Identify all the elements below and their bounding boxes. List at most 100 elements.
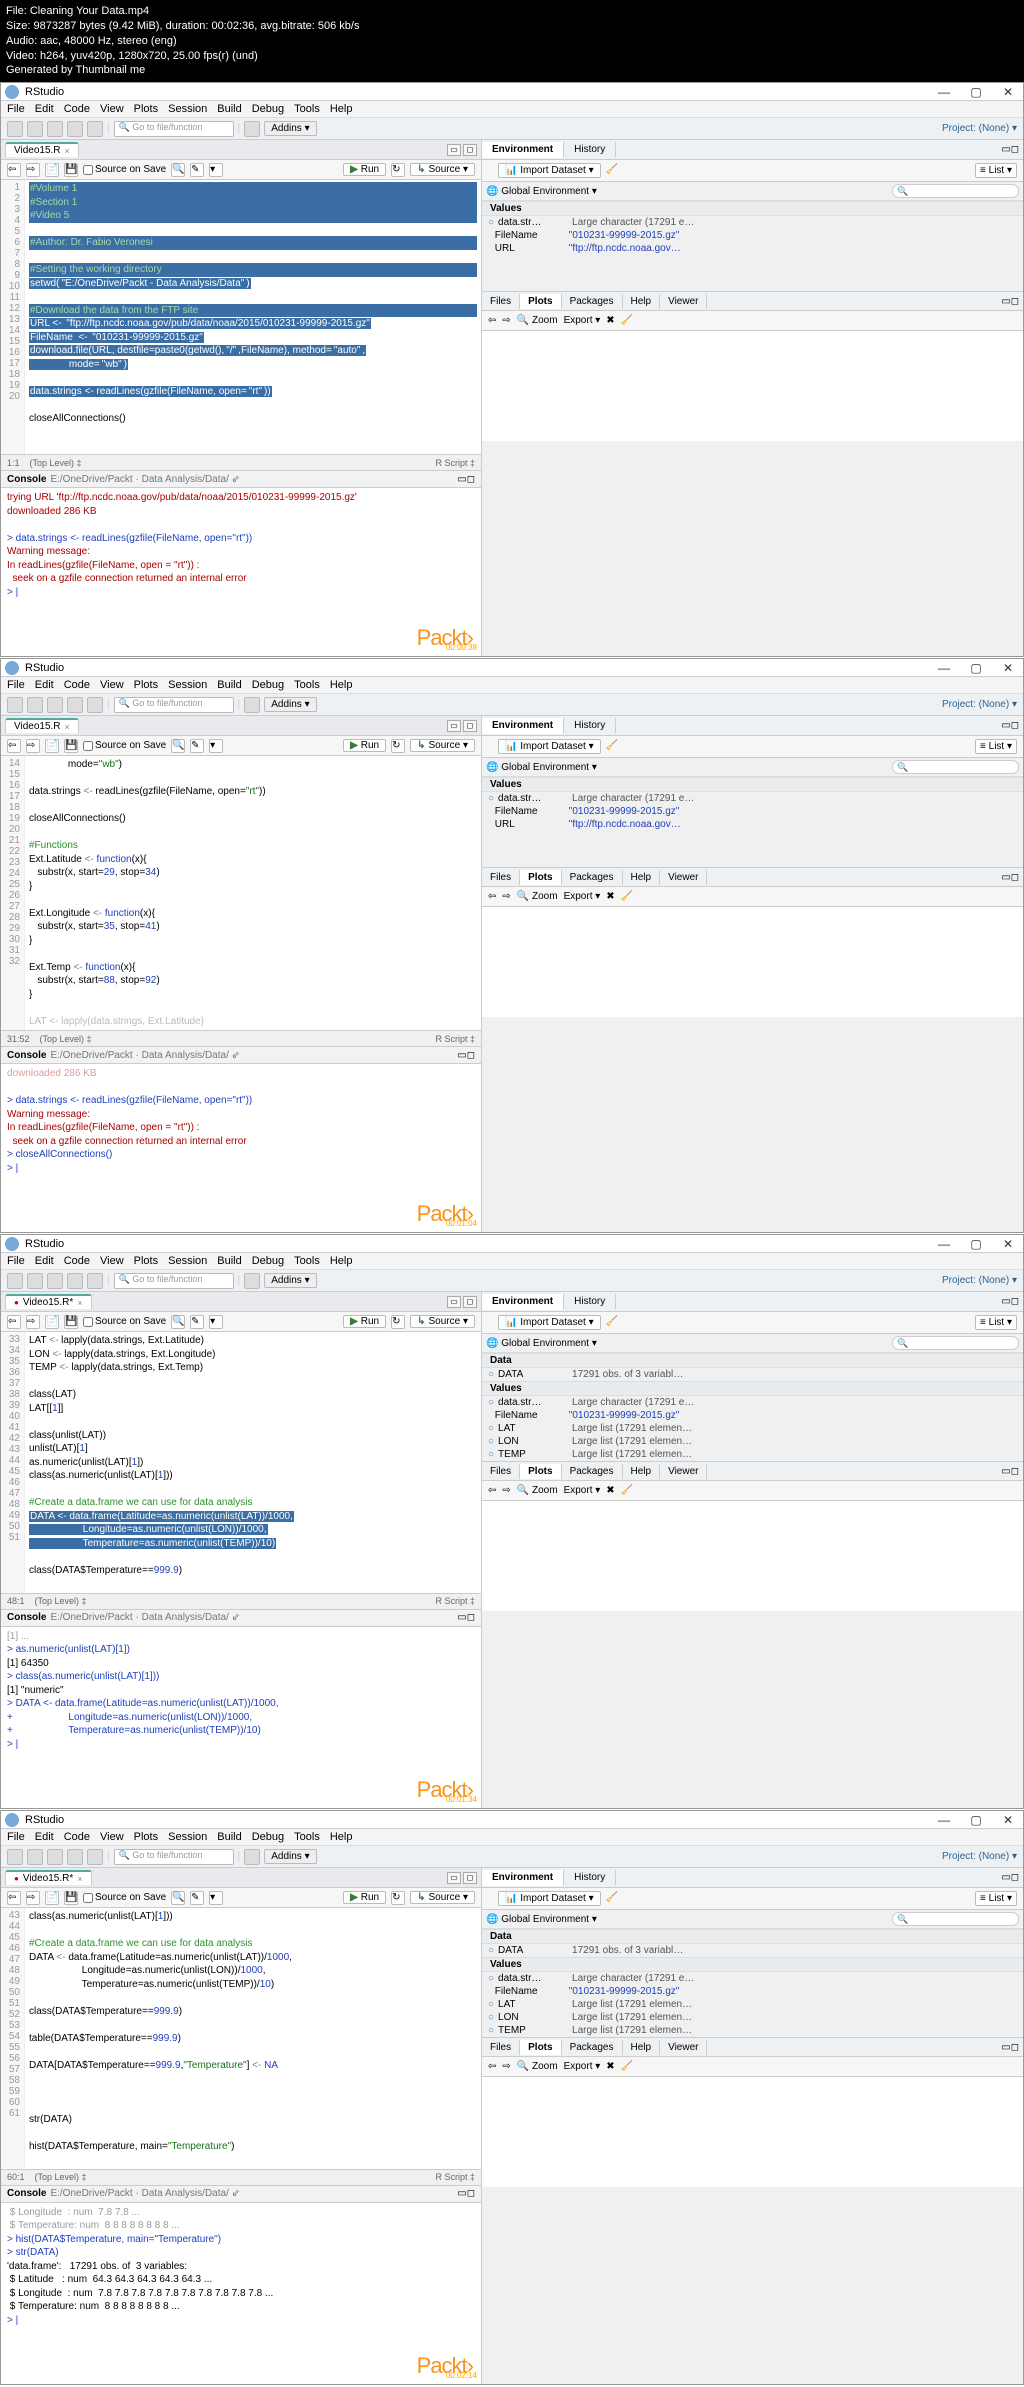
menu-help[interactable]: Help xyxy=(330,1255,353,1267)
env-item[interactable]: ○LONLarge list (17291 elemen… xyxy=(482,2011,1023,2024)
plots-tab-packages[interactable]: Packages xyxy=(562,1464,623,1479)
rerun-icon[interactable]: ↻ xyxy=(391,739,405,753)
zoom-button[interactable]: 🔍 Zoom xyxy=(517,891,558,902)
close-tab-icon[interactable]: × xyxy=(77,1298,82,1308)
project-label[interactable]: Project: (None) ▾ xyxy=(942,1851,1017,1862)
clear-plots-icon[interactable]: 🧹 xyxy=(621,315,633,326)
code-editor[interactable]: 43444546474849505152535455565758596061 c… xyxy=(1,1908,481,2169)
console-path[interactable]: E:/OneDrive/Packt · Data Analysis/Data/ … xyxy=(50,1612,240,1623)
menu-tools[interactable]: Tools xyxy=(294,103,320,115)
maximize-button[interactable]: ▢ xyxy=(965,1237,987,1251)
plots-tab-viewer[interactable]: Viewer xyxy=(660,2040,707,2055)
addins-button[interactable]: Addins ▾ xyxy=(264,697,316,712)
import-dataset-button[interactable]: 📊 Import Dataset ▾ xyxy=(498,163,601,178)
clear-plots-icon[interactable]: 🧹 xyxy=(621,1485,633,1496)
plots-tab-files[interactable]: Files xyxy=(482,2040,520,2055)
maximize-button[interactable]: ▢ xyxy=(965,85,987,99)
plots-tab-files[interactable]: Files xyxy=(482,870,520,885)
menu-tools[interactable]: Tools xyxy=(294,679,320,691)
find-icon[interactable]: 🔍 xyxy=(171,739,185,753)
export-button[interactable]: Export ▾ xyxy=(564,315,601,326)
plots-max-icon[interactable]: ◻ xyxy=(1011,296,1019,307)
minimize-button[interactable]: — xyxy=(933,1237,955,1251)
plots-tab-help[interactable]: Help xyxy=(623,294,661,309)
save-icon[interactable] xyxy=(67,697,83,713)
env-item[interactable]: ○DATA17291 obs. of 3 variabl… xyxy=(482,1368,1023,1381)
compile-icon[interactable]: ▾ xyxy=(209,1315,223,1329)
env-search-input[interactable] xyxy=(892,1336,1019,1350)
env-item[interactable]: URL"ftp://ftp.ncdc.noaa.gov… xyxy=(482,818,1023,831)
plots-tab-files[interactable]: Files xyxy=(482,1464,520,1479)
menu-session[interactable]: Session xyxy=(168,103,207,115)
plots-tab-viewer[interactable]: Viewer xyxy=(660,870,707,885)
global-env-dropdown[interactable]: 🌐 Global Environment ▾ xyxy=(486,762,597,773)
env-item[interactable]: ○LATLarge list (17291 elemen… xyxy=(482,1998,1023,2011)
open-file-icon[interactable] xyxy=(47,1849,63,1865)
plots-min-icon[interactable]: ▭ xyxy=(1001,296,1010,307)
plots-tab-viewer[interactable]: Viewer xyxy=(660,294,707,309)
env-item[interactable]: ○data.str…Large character (17291 e… xyxy=(482,1396,1023,1409)
tools-icon[interactable] xyxy=(244,697,260,713)
code-editor[interactable]: 14151617181920212223242526272829303132 m… xyxy=(1,756,481,1030)
menu-build[interactable]: Build xyxy=(217,1255,241,1267)
source-on-save-checkbox[interactable]: Source on Save xyxy=(83,740,166,751)
pane-min-icon[interactable]: ▭ xyxy=(447,1872,461,1884)
file-type-label[interactable]: R Script ‡ xyxy=(435,1596,475,1606)
project-label[interactable]: Project: (None) ▾ xyxy=(942,1275,1017,1286)
forward-icon[interactable]: ⇨ xyxy=(26,739,40,753)
env-item[interactable]: URL"ftp://ftp.ncdc.noaa.gov… xyxy=(482,242,1023,255)
code-lines[interactable]: #Volume 1#Section 1#Video 5 #Author: Dr.… xyxy=(25,180,481,454)
clear-icon[interactable]: 🧹 xyxy=(606,1316,620,1330)
source-tab[interactable]: Video15.R× xyxy=(5,142,79,157)
env-min-icon[interactable]: ▭ xyxy=(1001,1872,1010,1883)
menu-session[interactable]: Session xyxy=(168,1831,207,1843)
new-file-icon[interactable] xyxy=(7,697,23,713)
menu-session[interactable]: Session xyxy=(168,679,207,691)
find-icon[interactable]: 🔍 xyxy=(171,1315,185,1329)
console-min-icon[interactable]: ▭ xyxy=(457,1050,466,1061)
new-project-icon[interactable] xyxy=(27,697,43,713)
clear-icon[interactable]: 🧹 xyxy=(606,1892,620,1906)
menu-tools[interactable]: Tools xyxy=(294,1831,320,1843)
menu-debug[interactable]: Debug xyxy=(252,103,284,115)
open-file-icon[interactable] xyxy=(47,1273,63,1289)
project-label[interactable]: Project: (None) ▾ xyxy=(942,699,1017,710)
source-tab[interactable]: ●Video15.R*× xyxy=(5,1294,92,1309)
plots-tab-plots[interactable]: Plots xyxy=(520,870,561,885)
env-max-icon[interactable]: ◻ xyxy=(1011,1872,1019,1883)
tools-icon[interactable] xyxy=(244,121,260,137)
menu-debug[interactable]: Debug xyxy=(252,1255,284,1267)
plots-min-icon[interactable]: ▭ xyxy=(1001,872,1010,883)
source-button[interactable]: ↳Source ▾ xyxy=(410,163,475,176)
env-search-input[interactable] xyxy=(892,184,1019,198)
goto-file-input[interactable]: 🔍 Go to file/function xyxy=(114,697,234,713)
clear-icon[interactable]: 🧹 xyxy=(606,164,620,178)
compile-icon[interactable]: ▾ xyxy=(209,163,223,177)
menu-help[interactable]: Help xyxy=(330,679,353,691)
source-on-save-checkbox[interactable]: Source on Save xyxy=(83,1316,166,1327)
find-icon[interactable]: 🔍 xyxy=(171,163,185,177)
env-item[interactable]: ○DATA17291 obs. of 3 variabl… xyxy=(482,1944,1023,1957)
list-view-button[interactable]: ≡ List ▾ xyxy=(975,1315,1017,1330)
import-dataset-button[interactable]: 📊 Import Dataset ▾ xyxy=(498,739,601,754)
forward-icon[interactable]: ⇨ xyxy=(26,163,40,177)
console-max-icon[interactable]: ◻ xyxy=(467,2188,475,2199)
close-button[interactable]: ✕ xyxy=(997,661,1019,675)
env-item[interactable]: FileName"010231-99999-2015.gz" xyxy=(482,805,1023,818)
plots-tab-packages[interactable]: Packages xyxy=(562,2040,623,2055)
plots-tab-viewer[interactable]: Viewer xyxy=(660,1464,707,1479)
console-max-icon[interactable]: ◻ xyxy=(467,1612,475,1623)
rerun-icon[interactable]: ↻ xyxy=(391,1891,405,1905)
wand-icon[interactable]: ✎ xyxy=(190,1315,204,1329)
global-env-dropdown[interactable]: 🌐 Global Environment ▾ xyxy=(486,186,597,197)
menu-code[interactable]: Code xyxy=(64,103,90,115)
zoom-button[interactable]: 🔍 Zoom xyxy=(517,1485,558,1496)
console-path[interactable]: E:/OneDrive/Packt · Data Analysis/Data/ … xyxy=(50,474,240,485)
run-button[interactable]: ▶Run xyxy=(343,163,386,176)
env-item[interactable]: ○data.str…Large character (17291 e… xyxy=(482,1972,1023,1985)
tab-environment[interactable]: Environment xyxy=(482,1294,564,1310)
source-on-save-checkbox[interactable]: Source on Save xyxy=(83,1892,166,1903)
env-min-icon[interactable]: ▭ xyxy=(1001,1296,1010,1307)
export-button[interactable]: Export ▾ xyxy=(564,891,601,902)
new-project-icon[interactable] xyxy=(27,1849,43,1865)
